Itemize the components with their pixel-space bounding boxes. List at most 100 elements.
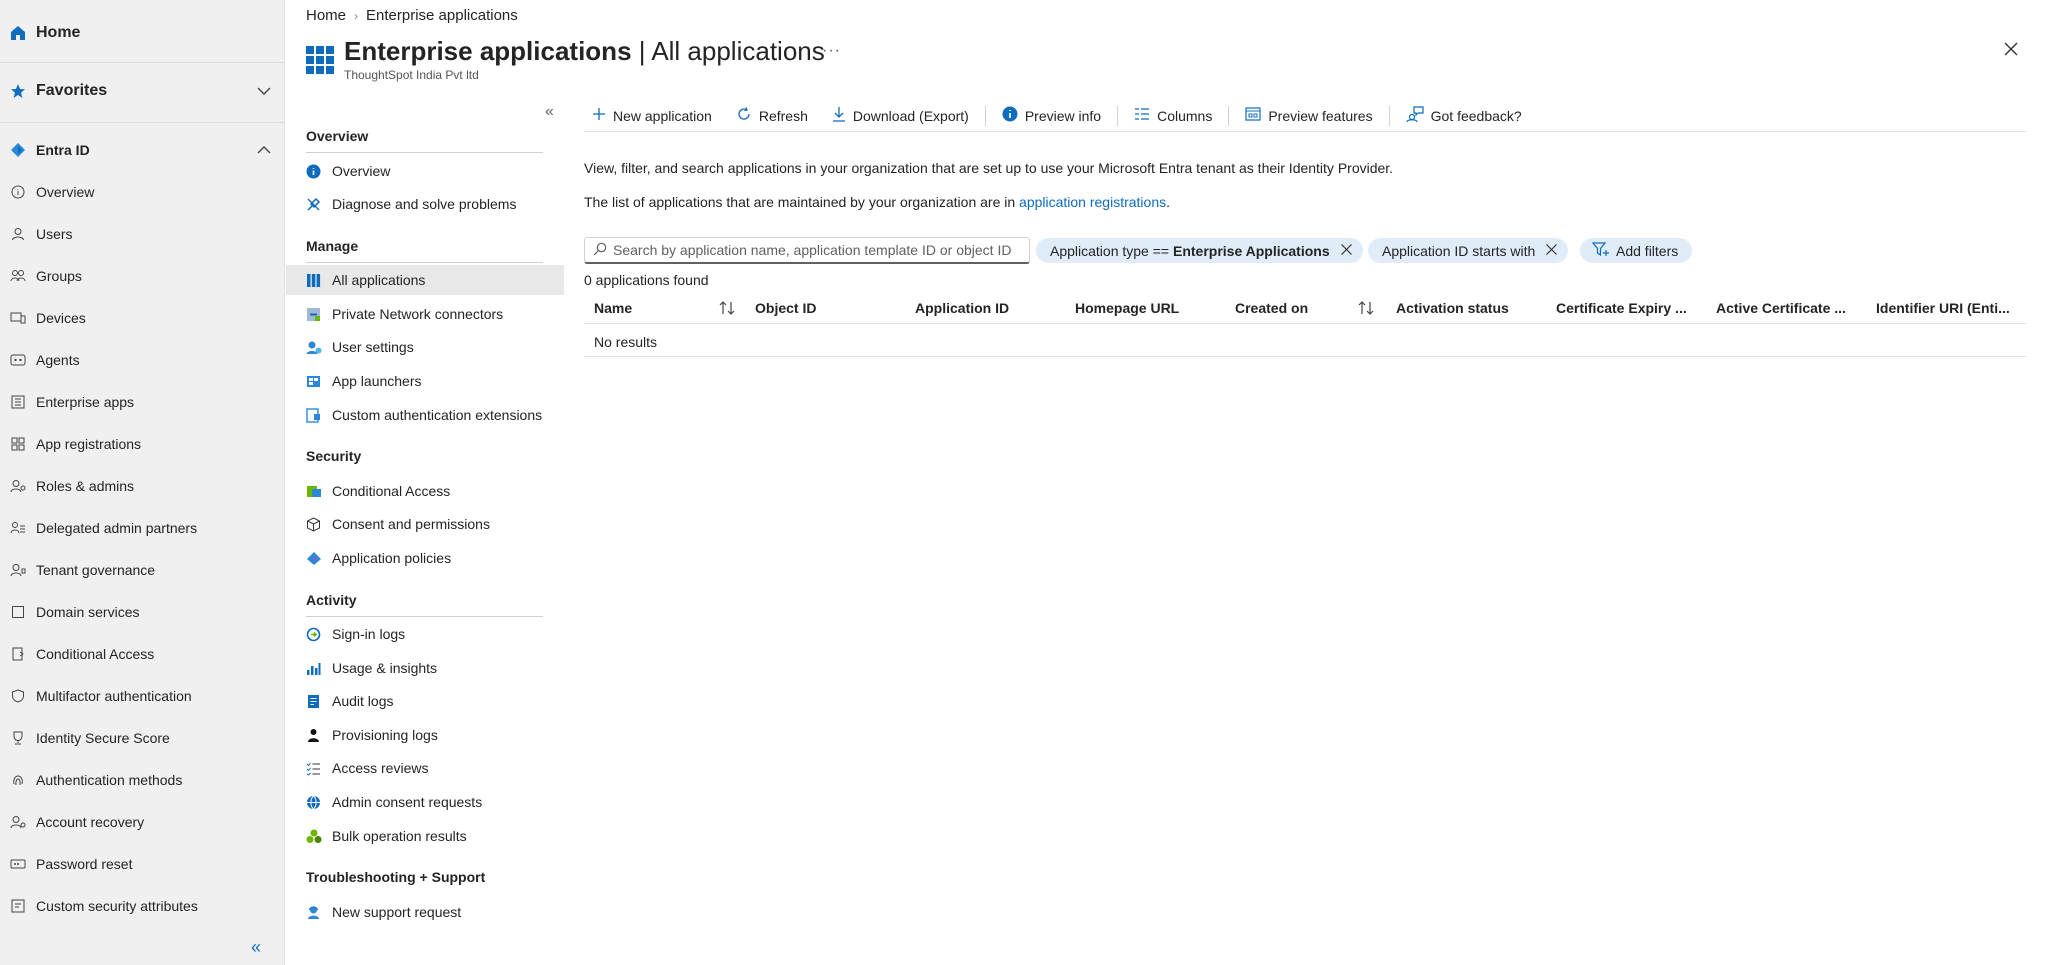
close-icon[interactable] [1340, 243, 1353, 259]
nav-item-groups[interactable]: Groups [0, 261, 285, 291]
nav-home[interactable]: Home [0, 18, 285, 48]
columns-label: Columns [1157, 107, 1213, 124]
user-icon [0, 227, 36, 241]
app-registrations-link[interactable]: application registrations [1019, 194, 1166, 210]
entra-diamond-icon [0, 142, 36, 158]
tenant-name: ThoughtSpot India Pvt ltd [344, 68, 479, 82]
nav-item-label: Users [36, 226, 73, 242]
nav-item-app-registrations[interactable]: App registrations [0, 429, 285, 459]
download-button[interactable]: Download (Export) [820, 103, 981, 129]
search-box[interactable] [584, 237, 1030, 264]
menu-item-audit-logs[interactable]: Audit logs [286, 686, 564, 716]
nav-item-conditional-access[interactable]: Conditional Access [0, 639, 285, 669]
preview-info-button[interactable]: Preview info [990, 103, 1113, 129]
column-header-homepage-url[interactable]: Homepage URL [1075, 292, 1179, 324]
policy-icon [306, 551, 332, 566]
menu-item-bulk-operations[interactable]: Bulk operation results [286, 821, 564, 851]
filter-pill-application-id[interactable]: Application ID starts with [1368, 238, 1569, 263]
nav-item-devices[interactable]: Devices [0, 303, 285, 333]
nav-item-roles-admins[interactable]: Roles & admins [0, 471, 285, 501]
column-header-certificate-expiry[interactable]: Certificate Expiry ... [1556, 292, 1687, 324]
globe-icon [306, 795, 332, 810]
more-options-button[interactable]: ··· [822, 42, 841, 60]
nav-item-delegated-admin[interactable]: Delegated admin partners [0, 513, 285, 543]
app-grid-icon [306, 273, 332, 288]
nav-item-password-reset[interactable]: Password reset [0, 849, 285, 879]
section-security: Security [306, 448, 362, 464]
nav-item-custom-security-attributes[interactable]: Custom security attributes [0, 891, 285, 921]
close-icon[interactable] [2000, 38, 2022, 60]
menu-item-signin-logs[interactable]: Sign-in logs [286, 619, 564, 649]
menu-item-label: Admin consent requests [332, 794, 483, 810]
add-filters-button[interactable]: Add filters [1580, 238, 1693, 263]
menu-item-overview[interactable]: Overview [286, 156, 564, 186]
domain-icon [0, 605, 36, 619]
section-divider [306, 152, 543, 153]
column-header-object-id[interactable]: Object ID [755, 292, 816, 324]
menu-item-label: Overview [332, 163, 391, 179]
refresh-label: Refresh [758, 107, 808, 124]
nav-item-tenant-governance[interactable]: Tenant governance [0, 555, 285, 585]
chevron-down-icon[interactable] [255, 82, 273, 103]
new-application-button[interactable]: New application [584, 103, 724, 129]
nav-item-mfa[interactable]: Multifactor authentication [0, 681, 285, 711]
groups-icon [0, 269, 36, 283]
nav-item-account-recovery[interactable]: Account recovery [0, 807, 285, 837]
menu-item-usage-insights[interactable]: Usage & insights [286, 653, 564, 683]
app-registrations-icon [0, 437, 36, 451]
collapse-nav-icon[interactable]: « [251, 937, 261, 958]
nav-item-label: Identity Secure Score [36, 730, 170, 746]
results-count: 0 applications found [584, 272, 709, 288]
column-header-activation-status[interactable]: Activation status [1396, 292, 1509, 324]
search-input[interactable] [613, 242, 1029, 258]
info-icon [1002, 106, 1018, 125]
preview-features-button[interactable]: Preview features [1233, 103, 1384, 129]
nav-item-secure-score[interactable]: Identity Secure Score [0, 723, 285, 753]
menu-item-admin-consent[interactable]: Admin consent requests [286, 787, 564, 817]
nav-item-users[interactable]: Users [0, 219, 285, 249]
chevron-up-icon[interactable] [255, 141, 273, 162]
refresh-button[interactable]: Refresh [724, 103, 820, 129]
nav-entra-id[interactable]: Entra ID [0, 135, 285, 165]
column-header-created-on[interactable]: Created on [1235, 292, 1308, 324]
column-header-application-id[interactable]: Application ID [915, 292, 1009, 324]
toolbar-divider [1388, 105, 1390, 126]
menu-item-app-policies[interactable]: Application policies [286, 543, 564, 573]
columns-button[interactable]: Columns [1122, 103, 1224, 129]
column-header-identifier-uri[interactable]: Identifier URI (Enti... [1876, 292, 2010, 324]
menu-item-diagnose[interactable]: Diagnose and solve problems [286, 189, 564, 219]
feedback-button[interactable]: Got feedback? [1394, 103, 1534, 129]
nav-favorites[interactable]: Favorites [0, 76, 285, 106]
nav-item-domain-services[interactable]: Domain services [0, 597, 285, 627]
collapse-menu-button[interactable]: « [545, 103, 554, 121]
menu-item-all-applications[interactable]: All applications [286, 265, 564, 295]
nav-item-enterprise-apps[interactable]: Enterprise apps [0, 387, 285, 417]
new-application-label: New application [613, 107, 712, 124]
nav-item-label: Overview [36, 184, 95, 200]
nav-item-overview[interactable]: Overview [0, 177, 285, 207]
breadcrumb-home[interactable]: Home [306, 7, 346, 24]
menu-item-app-launchers[interactable]: App launchers [286, 366, 564, 396]
menu-item-new-support[interactable]: New support request [286, 897, 564, 927]
menu-item-private-network[interactable]: Private Network connectors [286, 299, 564, 329]
menu-item-provisioning-logs[interactable]: Provisioning logs [286, 720, 564, 750]
close-icon[interactable] [1545, 243, 1558, 259]
menu-item-label: Sign-in logs [332, 626, 406, 642]
column-header-name[interactable]: Name [594, 292, 632, 324]
menu-item-label: Audit logs [332, 693, 394, 709]
nav-item-label: Roles & admins [36, 478, 135, 494]
nav-item-auth-methods[interactable]: Authentication methods [0, 765, 285, 795]
menu-item-access-reviews[interactable]: Access reviews [286, 753, 564, 783]
menu-item-user-settings[interactable]: User settings [286, 332, 564, 362]
menu-item-custom-auth[interactable]: Custom authentication extensions [286, 400, 564, 430]
sort-icon[interactable] [718, 300, 736, 319]
breadcrumb-current[interactable]: Enterprise applications [366, 7, 518, 24]
nav-item-agents[interactable]: Agents [0, 345, 285, 375]
menu-item-conditional-access[interactable]: Conditional Access [286, 476, 564, 506]
menu-item-consent[interactable]: Consent and permissions [286, 509, 564, 539]
column-header-active-certificate[interactable]: Active Certificate ... [1716, 292, 1846, 324]
filter-pill-application-type[interactable]: Application type == Enterprise Applicati… [1036, 238, 1363, 263]
sort-icon[interactable] [1357, 300, 1375, 319]
nav-item-label: Password reset [36, 856, 133, 872]
nav-item-label: Enterprise apps [36, 394, 135, 410]
